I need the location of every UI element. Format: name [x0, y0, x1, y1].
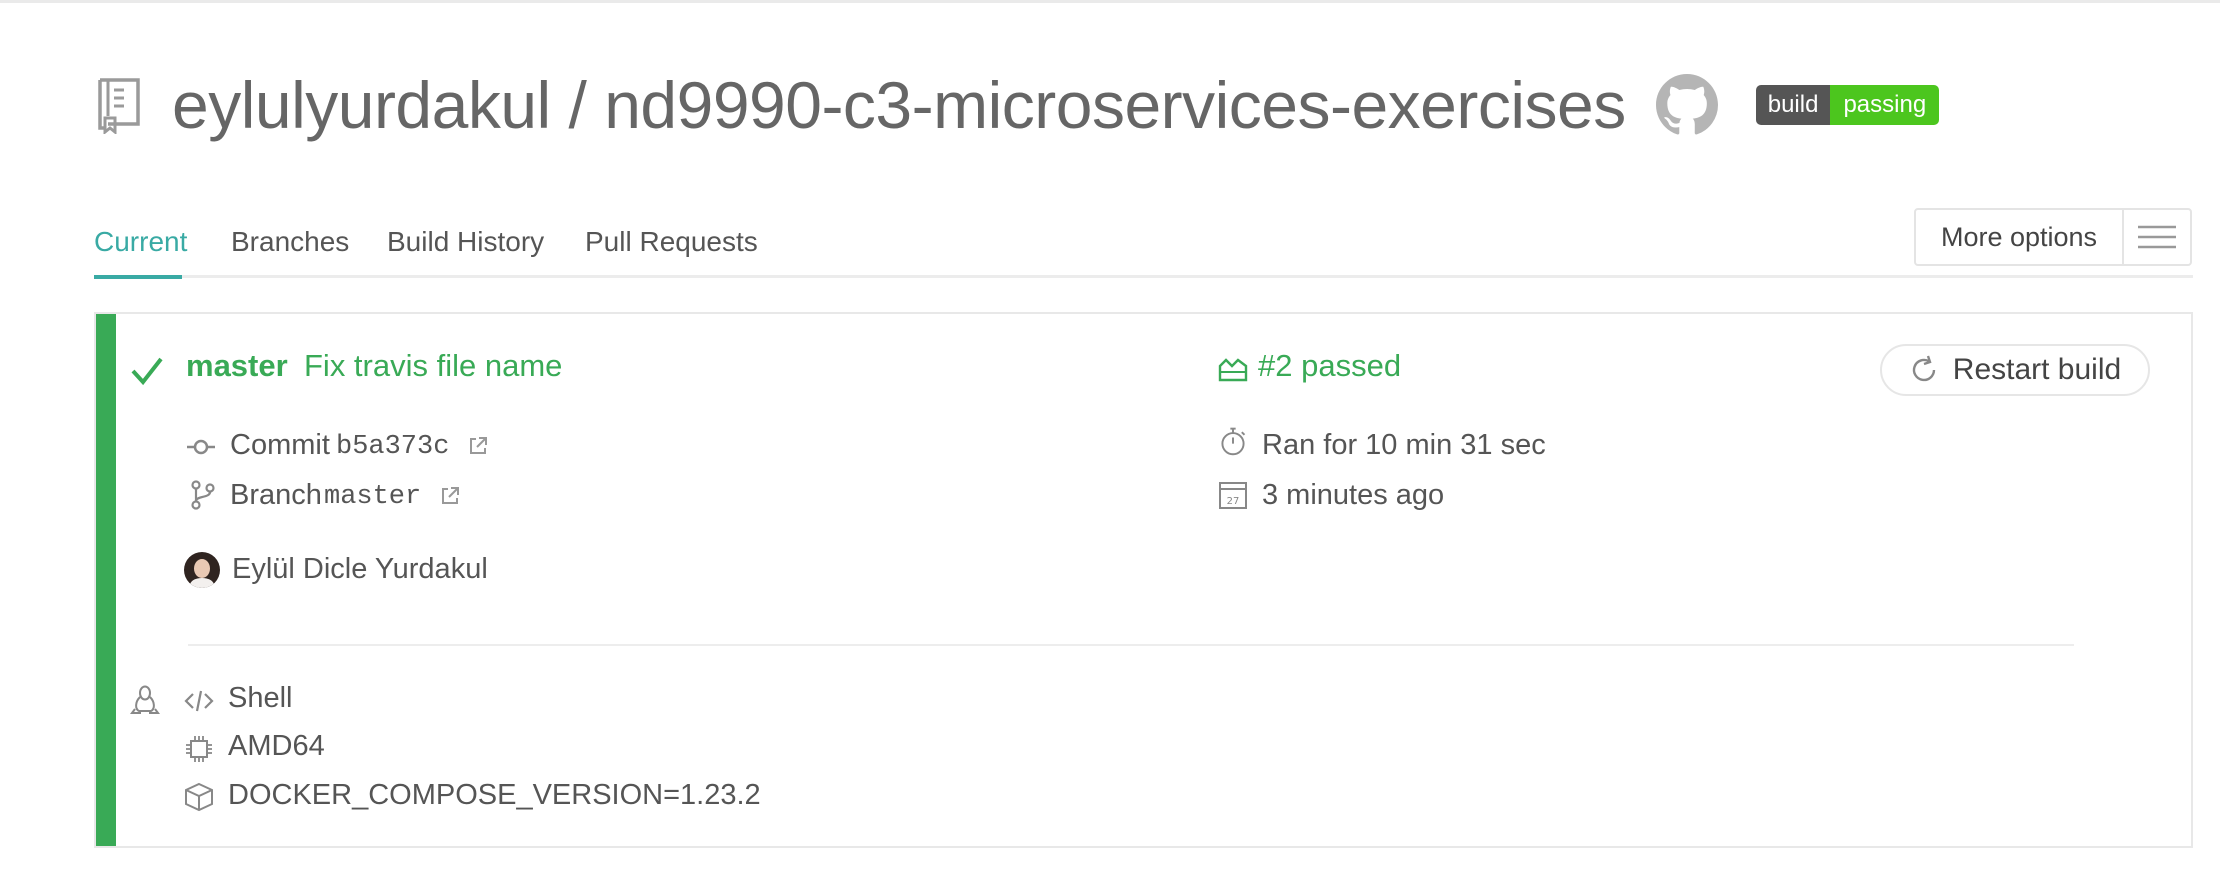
hamburger-icon[interactable]	[2124, 210, 2190, 264]
calendar-icon: 27	[1219, 482, 1247, 509]
calendar-day: 27	[1227, 496, 1240, 507]
more-options-label[interactable]: More options	[1916, 210, 2124, 264]
branch-icon	[191, 480, 215, 510]
job-env: DOCKER_COMPOSE_VERSION=1.23.2	[228, 779, 761, 811]
env-box-icon	[185, 782, 213, 812]
tabs-divider	[94, 275, 2193, 278]
build-status[interactable]: #2 passed	[1258, 348, 1401, 384]
check-icon	[131, 357, 163, 386]
linux-icon	[130, 685, 160, 714]
build-number-icon	[1218, 358, 1248, 382]
github-icon[interactable]	[1655, 74, 1718, 136]
external-link-icon[interactable]	[440, 486, 460, 506]
code-icon	[184, 690, 214, 712]
more-options-dropdown[interactable]: More options	[1914, 208, 2192, 266]
badge-value: passing	[1830, 85, 1940, 125]
restart-build-button[interactable]: Restart build	[1880, 344, 2150, 396]
card-divider	[188, 644, 2074, 646]
external-link-icon[interactable]	[468, 436, 488, 456]
commit-message[interactable]: Fix travis file name	[304, 348, 562, 384]
stopwatch-icon	[1221, 427, 1246, 456]
cpu-icon	[186, 736, 212, 762]
repo-book-icon	[98, 78, 140, 134]
tab-build-history[interactable]: Build History	[387, 226, 544, 258]
build-branch-link[interactable]: master	[186, 348, 288, 384]
repo-title[interactable]: eylulyurdakul / nd9990-c3-microservices-…	[172, 67, 1626, 143]
repo-header: eylulyurdakul / nd9990-c3-microservices-…	[94, 60, 1940, 150]
restart-build-label: Restart build	[1952, 353, 2122, 386]
commit-label: Commit	[230, 429, 330, 461]
branch-label: Branch	[230, 479, 322, 511]
commit-icon	[187, 439, 215, 455]
restart-icon	[1912, 355, 1935, 382]
top-border	[0, 0, 2220, 3]
tab-pull-requests[interactable]: Pull Requests	[585, 226, 758, 258]
commit-sha[interactable]: b5a373c	[336, 432, 449, 462]
author-name: Eylül Dicle Yurdakul	[232, 553, 488, 585]
build-finished: 3 minutes ago	[1262, 479, 1445, 511]
active-tab-indicator	[94, 275, 182, 279]
tab-current[interactable]: Current	[94, 226, 187, 258]
job-language: Shell	[228, 682, 293, 714]
branch-value[interactable]: master	[324, 482, 421, 512]
build-status-badge[interactable]: build passing	[1755, 85, 1940, 125]
author-avatar	[184, 552, 220, 588]
build-duration: Ran for 10 min 31 sec	[1262, 429, 1546, 461]
status-bar	[96, 314, 116, 846]
badge-label: build	[1755, 85, 1831, 125]
tab-branches[interactable]: Branches	[231, 226, 349, 258]
build-card: master Fix travis file name Commit b5a37…	[94, 312, 2193, 848]
job-arch: AMD64	[228, 730, 325, 762]
